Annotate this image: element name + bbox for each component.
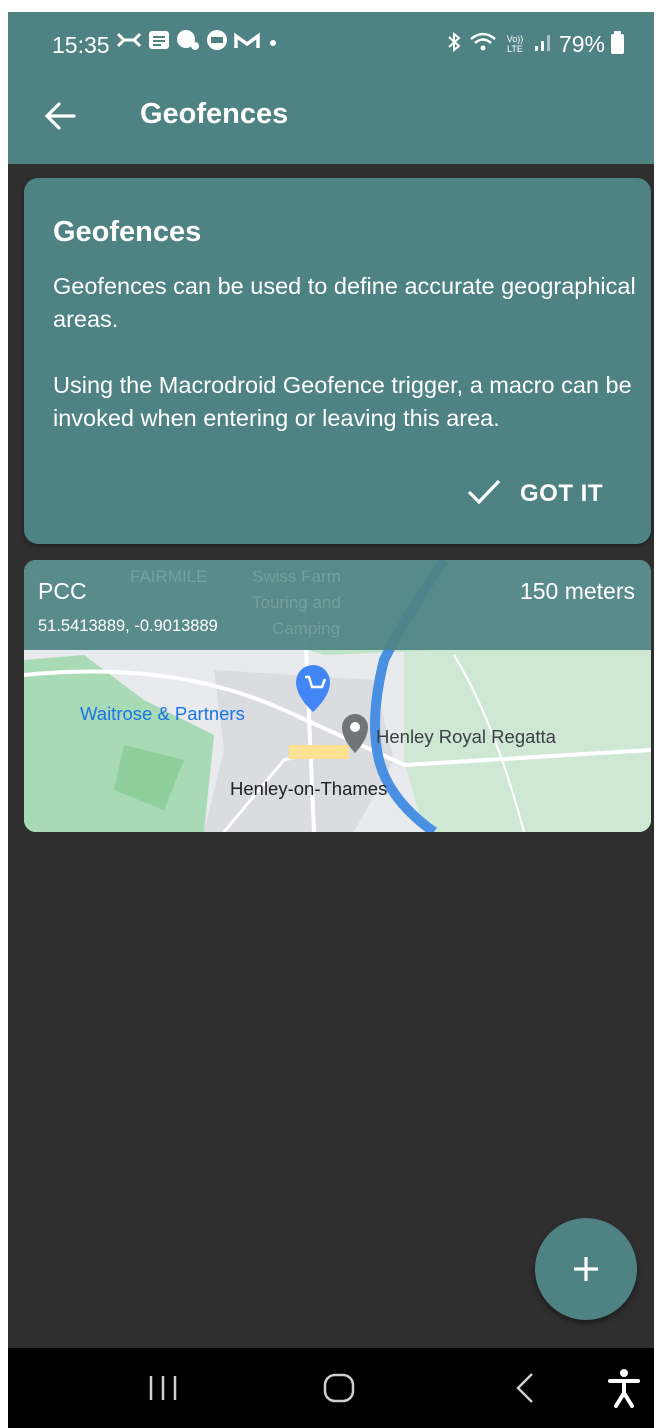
amex-icon: [206, 29, 228, 59]
map-faint-label-2: Swiss Farm: [252, 567, 341, 586]
map-label-town: Henley-on-Thames: [230, 778, 388, 799]
status-right: Vo)) LTE 79%: [445, 30, 624, 58]
news-icon: [148, 30, 170, 58]
screen: 15:35 Vo)) LTE 79% Geofences Geofences G…: [8, 12, 654, 1428]
volte-icon: Vo)) LTE: [506, 34, 524, 54]
plus-icon: [574, 1257, 598, 1281]
geofence-overlay: FAIRMILE Swiss Farm Touring and Camping …: [24, 560, 651, 650]
notification-icons: [116, 30, 280, 58]
page-title: Geofences: [140, 98, 289, 130]
geofence-card[interactable]: Waitrose & Partners Henley Royal Regatta…: [24, 560, 651, 832]
battery-percentage: 79%: [558, 30, 605, 57]
dot-icon: [266, 30, 280, 58]
signal-icon: [533, 32, 553, 57]
info-paragraph-2: Using the Macrodroid Geofence trigger, a…: [53, 372, 632, 431]
home-icon[interactable]: [314, 1348, 364, 1428]
map-faint-label-1: FAIRMILE: [130, 567, 208, 586]
info-card-title: Geofences: [53, 216, 202, 248]
wifi-icon: [469, 31, 497, 58]
back-icon[interactable]: [500, 1348, 550, 1428]
info-paragraph-1: Geofences can be used to define accurate…: [53, 273, 636, 332]
top-bar: 15:35 Vo)) LTE 79% Geofences: [8, 12, 654, 164]
info-card: Geofences Geofences can be used to defin…: [24, 178, 651, 544]
app-bar: Geofences: [8, 78, 654, 164]
check-icon: [466, 477, 502, 512]
arrow-back-icon[interactable]: [42, 98, 78, 134]
status-bar: 15:35 Vo)) LTE 79%: [8, 12, 654, 78]
navigation-bar: [8, 1348, 654, 1428]
geofence-coordinates: 51.5413889, -0.9013889: [38, 617, 218, 635]
gmail-icon: [234, 30, 260, 58]
got-it-label: GOT IT: [520, 480, 603, 507]
info-card-body: Geofences can be used to define accurate…: [53, 270, 643, 435]
bluetooth-icon: [445, 31, 463, 58]
got-it-button[interactable]: GOT IT: [466, 474, 603, 514]
map-label-shop: Waitrose & Partners: [80, 703, 245, 724]
map-label-venue: Henley Royal Regatta: [376, 726, 556, 747]
recents-icon[interactable]: [138, 1348, 188, 1428]
add-geofence-button[interactable]: [535, 1218, 637, 1320]
map-faint-label-4: Camping: [272, 619, 341, 638]
accessibility-icon[interactable]: [602, 1348, 646, 1428]
battery-icon: [611, 31, 624, 54]
status-time: 15:35: [52, 32, 110, 58]
geofence-name: PCC: [38, 578, 87, 604]
halifax-icon: [116, 30, 142, 58]
geofence-radius: 150 meters: [519, 578, 635, 604]
chat-icon: [176, 29, 200, 59]
map-faint-label-3: Touring and: [252, 593, 341, 612]
